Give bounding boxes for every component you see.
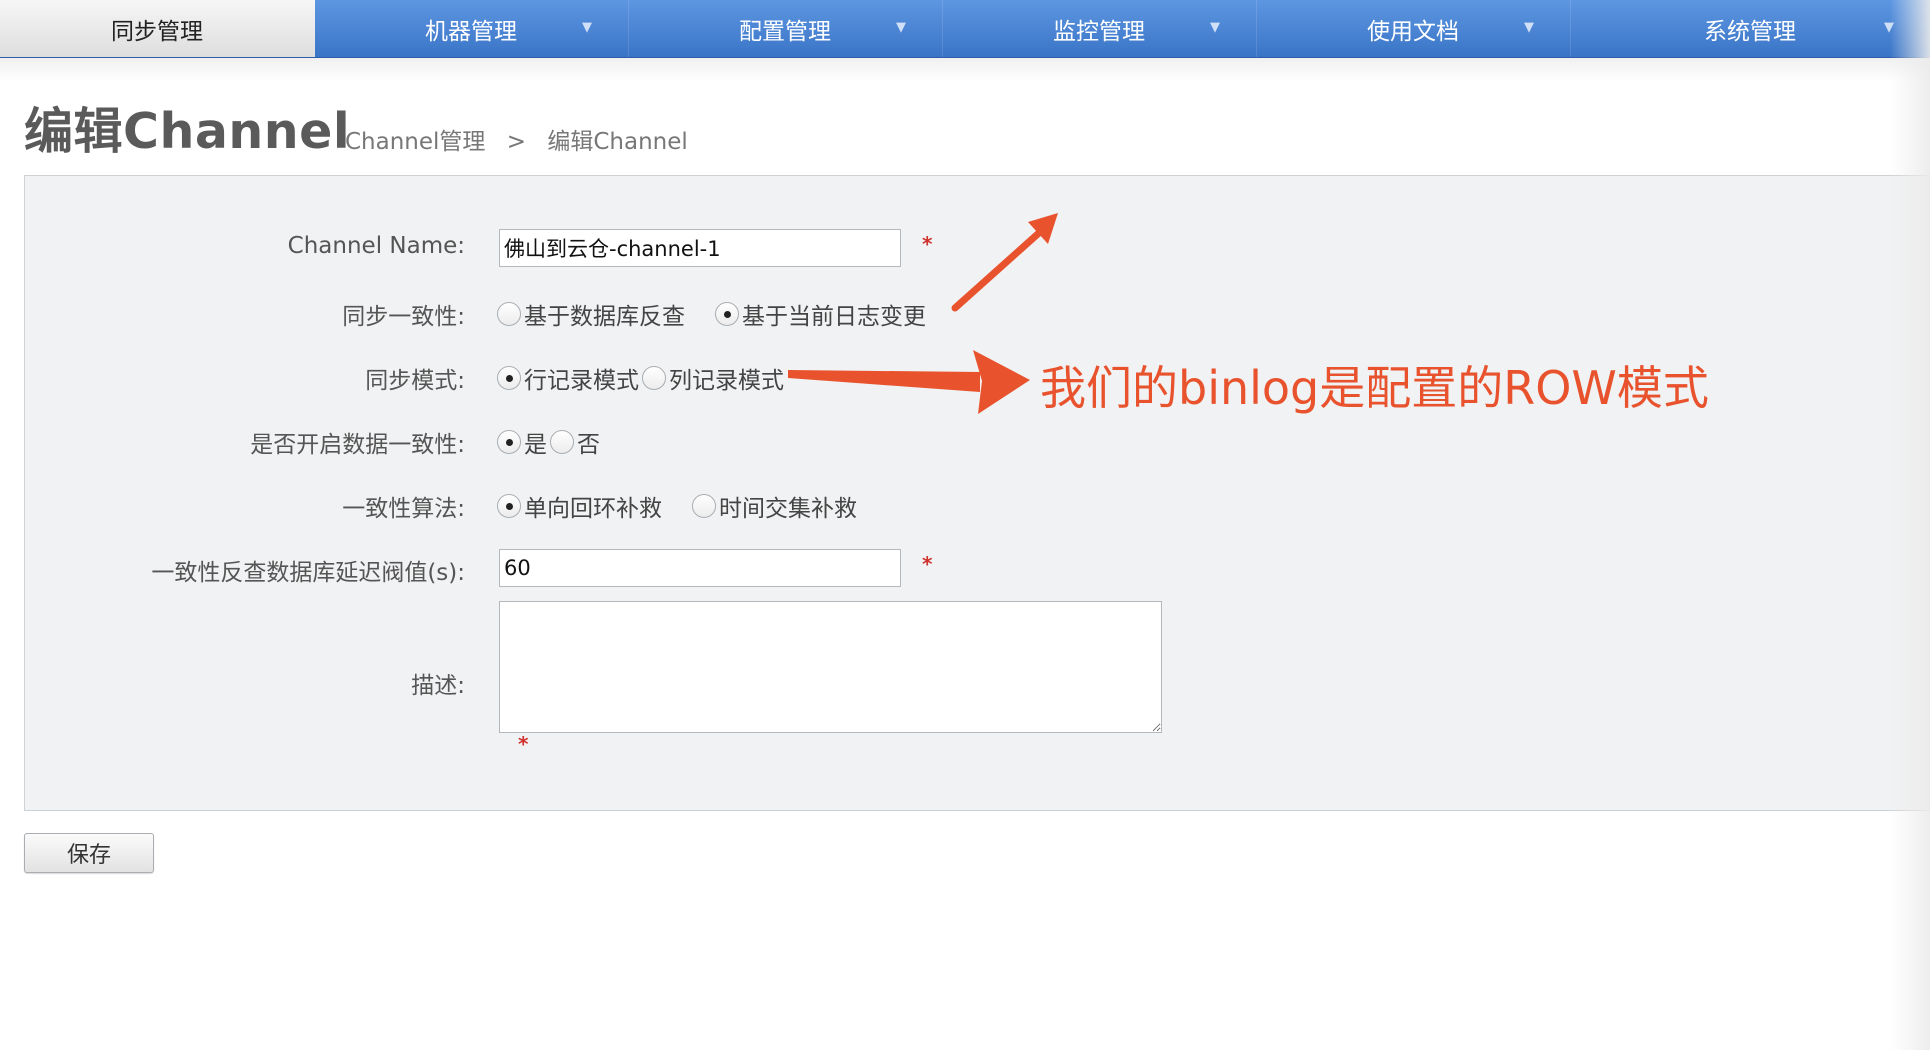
nav-item-docs[interactable]: 使用文档 ▼ (1256, 0, 1571, 57)
caret-down-icon: ▼ (896, 20, 906, 35)
caret-down-icon: ▼ (582, 20, 592, 35)
radio-no[interactable]: 否 (550, 425, 600, 459)
radio-button[interactable] (497, 302, 521, 326)
sync-consistency-label: 同步一致性: (342, 304, 465, 330)
breadcrumb-separator: > (506, 129, 527, 155)
radio-yes[interactable]: 是 (497, 425, 547, 459)
nav-item-system-management[interactable]: 系统管理 ▼ (1570, 0, 1930, 57)
radio-one-way-loop[interactable]: 单向回环补救 (497, 489, 662, 523)
nav-item-machine-management[interactable]: 机器管理 ▼ (314, 0, 629, 57)
algorithm-group: 单向回环补救 时间交集补救 (497, 489, 857, 523)
description-textarea[interactable] (499, 601, 1162, 733)
nav-item-label: 同步管理 (111, 18, 203, 45)
nav-item-label: 系统管理 (1704, 18, 1796, 45)
radio-button-checked[interactable] (497, 366, 521, 390)
nav-item-sync-management[interactable]: 同步管理 (0, 0, 315, 57)
delay-threshold-label: 一致性反查数据库延迟阀值(s): (151, 560, 465, 586)
enable-consistency-group: 是 否 (497, 425, 600, 459)
page-title: 编辑Channel (24, 103, 351, 160)
caret-down-icon: ▼ (1524, 20, 1534, 35)
sync-consistency-group: 基于数据库反查 基于当前日志变更 (497, 297, 926, 331)
radio-db-reverse-lookup[interactable]: 基于数据库反查 (497, 297, 685, 331)
radio-button[interactable] (642, 366, 666, 390)
radio-label: 行记录模式 (524, 368, 639, 394)
radio-label: 基于数据库反查 (524, 304, 685, 330)
nav-item-monitor-management[interactable]: 监控管理 ▼ (942, 0, 1257, 57)
radio-button-checked[interactable] (497, 494, 521, 518)
channel-name-input[interactable] (499, 229, 901, 267)
description-label: 描述: (411, 673, 465, 699)
caret-down-icon: ▼ (1210, 20, 1220, 35)
sync-mode-label: 同步模式: (365, 368, 465, 394)
radio-label: 是 (524, 432, 547, 458)
nav-shadow (0, 58, 1930, 82)
delay-threshold-input[interactable] (499, 549, 901, 587)
breadcrumb-current: 编辑Channel (547, 129, 688, 155)
required-mark: * (922, 232, 933, 256)
top-nav: 同步管理 机器管理 ▼ 配置管理 ▼ 监控管理 ▼ 使用文档 ▼ 系统管理 ▼ (0, 0, 1930, 58)
radio-current-log-change[interactable]: 基于当前日志变更 (715, 297, 926, 331)
sync-mode-group: 行记录模式 列记录模式 (497, 361, 784, 395)
radio-label: 列记录模式 (669, 368, 784, 394)
annotation-text: 我们的binlog是配置的ROW模式 (1040, 361, 1709, 415)
caret-down-icon: ▼ (1884, 20, 1894, 35)
radio-button[interactable] (692, 494, 716, 518)
radio-button-checked[interactable] (715, 302, 739, 326)
enable-consistency-label: 是否开启数据一致性: (250, 432, 465, 458)
radio-label: 时间交集补救 (719, 496, 857, 522)
algorithm-label: 一致性算法: (342, 496, 465, 522)
required-mark: * (518, 732, 529, 756)
radio-button[interactable] (550, 430, 574, 454)
radio-button-checked[interactable] (497, 430, 521, 454)
radio-row-mode[interactable]: 行记录模式 (497, 361, 639, 395)
breadcrumb: Channel管理 > 编辑Channel (345, 122, 702, 156)
radio-time-intersection[interactable]: 时间交集补救 (692, 489, 857, 523)
nav-item-config-management[interactable]: 配置管理 ▼ (628, 0, 943, 57)
radio-label: 单向回环补救 (524, 496, 662, 522)
save-button[interactable]: 保存 (24, 833, 154, 873)
nav-item-label: 使用文档 (1367, 18, 1459, 45)
radio-column-mode[interactable]: 列记录模式 (642, 361, 784, 395)
required-mark: * (922, 552, 933, 576)
radio-label: 否 (577, 432, 600, 458)
nav-item-label: 监控管理 (1053, 18, 1145, 45)
channel-name-label: Channel Name: (287, 233, 465, 259)
radio-label: 基于当前日志变更 (742, 304, 926, 330)
nav-item-label: 机器管理 (425, 18, 517, 45)
breadcrumb-channel-management[interactable]: Channel管理 (345, 129, 485, 155)
nav-item-label: 配置管理 (739, 18, 831, 45)
